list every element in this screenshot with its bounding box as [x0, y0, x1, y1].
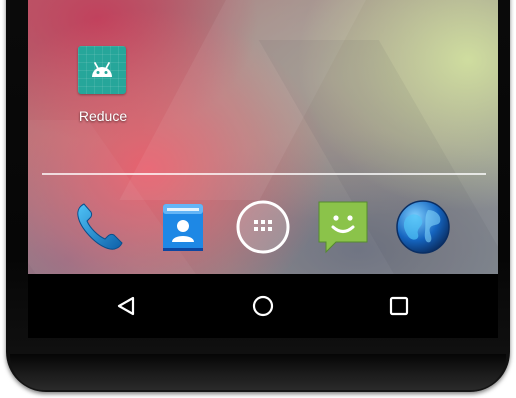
- messaging-icon: [318, 201, 368, 254]
- reduce-app-label: Reduce: [78, 108, 128, 124]
- globe-icon: [396, 200, 450, 254]
- app-drawer-icon: [236, 200, 290, 254]
- messaging-app-button[interactable]: [314, 198, 372, 256]
- recents-square-icon: [389, 296, 409, 316]
- browser-app-button[interactable]: [394, 198, 452, 256]
- back-triangle-icon: [117, 296, 135, 316]
- app-drawer-button[interactable]: [234, 198, 292, 256]
- home-button[interactable]: [247, 290, 279, 322]
- home-screen: Reduce: [28, 0, 498, 274]
- phone-app-button[interactable]: [70, 198, 128, 256]
- phone-chin: [10, 354, 506, 390]
- recents-button[interactable]: [383, 290, 415, 322]
- dock-divider: [42, 173, 486, 175]
- reduce-app-shortcut[interactable]: [78, 46, 126, 94]
- navigation-bar: [28, 274, 498, 338]
- phone-icon: [77, 203, 123, 250]
- contacts-app-button[interactable]: [154, 198, 212, 256]
- contacts-icon: [163, 204, 203, 251]
- home-circle-icon: [252, 295, 274, 317]
- device-frame: Reduce: [0, 0, 516, 398]
- android-icon: [92, 62, 112, 77]
- back-button[interactable]: [110, 290, 142, 322]
